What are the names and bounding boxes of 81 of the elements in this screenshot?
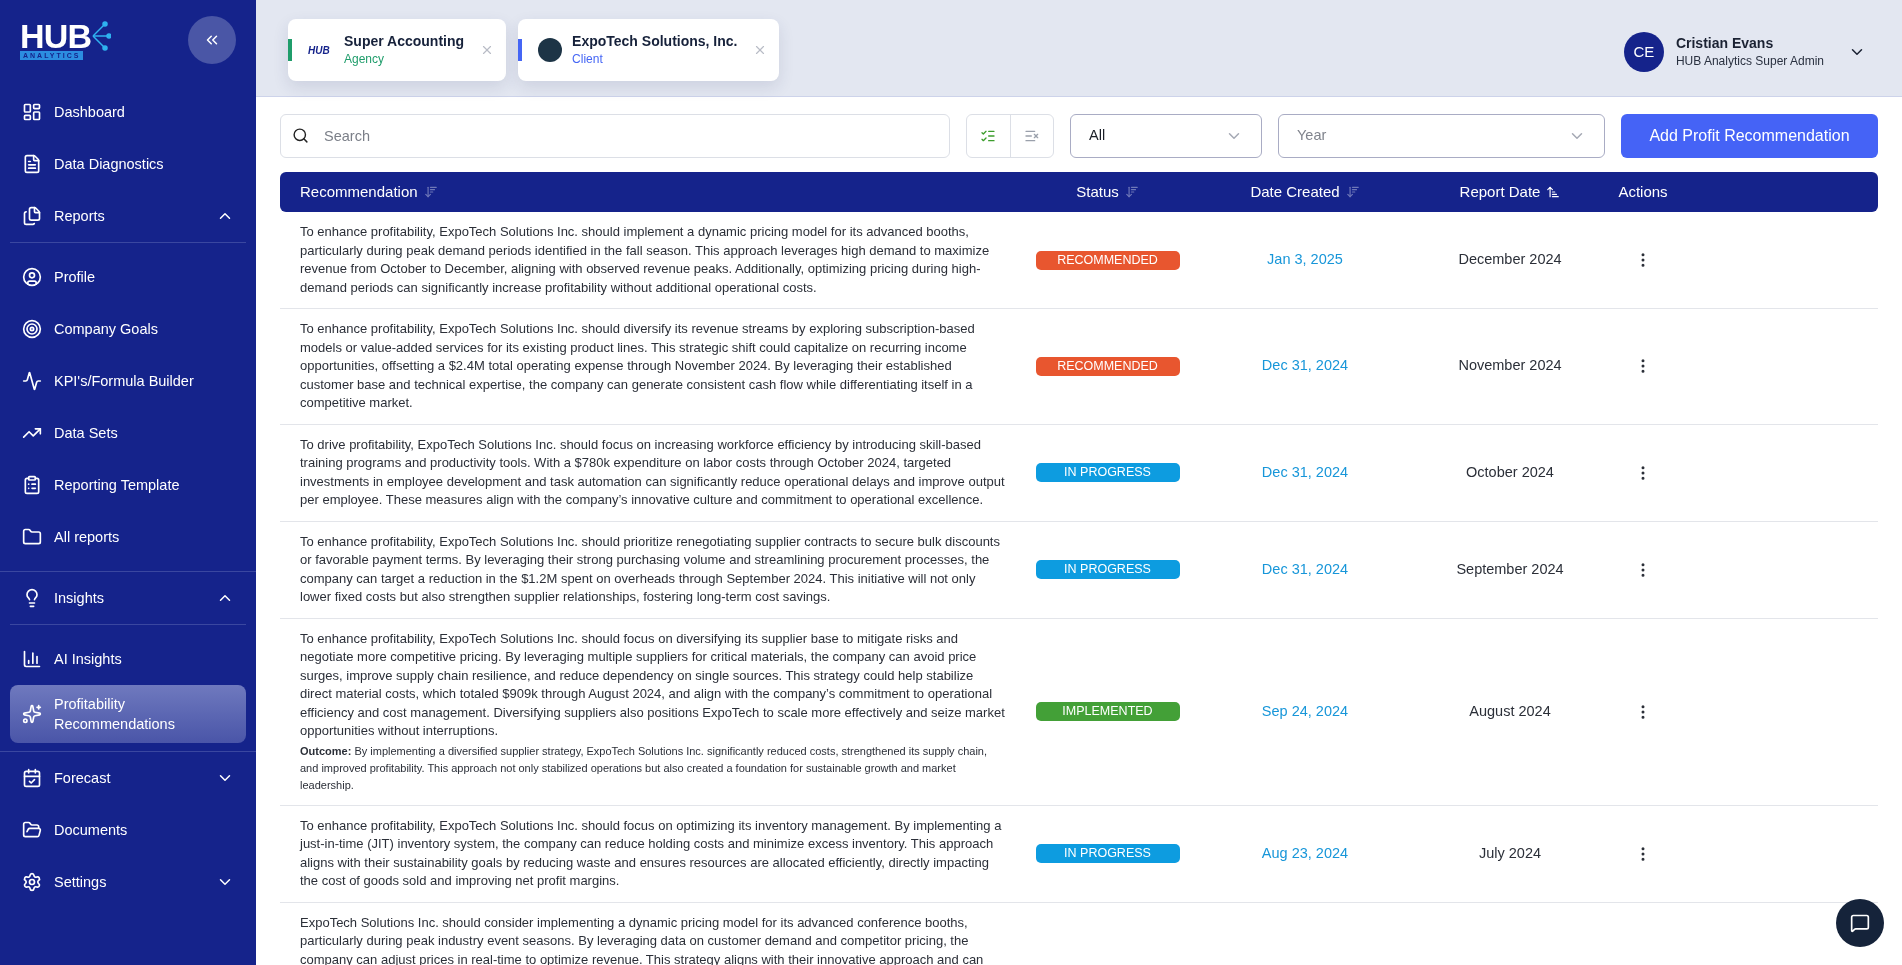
column-header: Actions	[1618, 181, 1668, 202]
organization-tab[interactable]: HUB Super Accounting Agency	[288, 19, 507, 81]
sidebar-group[interactable]: Reports	[10, 190, 246, 242]
sort-icon[interactable]	[1546, 185, 1561, 199]
sidebar-item[interactable]: KPI's/Formula Builder	[10, 355, 246, 407]
date-created: Dec 31, 2024	[1261, 356, 1349, 376]
report-date: December 2024	[1458, 250, 1562, 270]
status-badge: IN PROGRESS	[1035, 560, 1180, 579]
calendar-icon	[22, 768, 42, 788]
recommendation-text: To enhance profitability, ExpoTech Solutions Inc. should implement a dynamic pricing model for its advanced booths, particularly during peak demand periods identified in the fall season. This approach leverages high demand to maximize revenue from October to December, aligning with observed revenue peaks. Additionally, optimizing pricing during high-demand periods can significantly increase profitability without additional operational costs.	[300, 223, 991, 297]
date-created: Dec 31, 2024	[1261, 462, 1349, 482]
chat-button[interactable]	[1836, 899, 1884, 947]
pulse-icon	[22, 371, 42, 391]
date-created: Sep 24, 2024	[1261, 701, 1349, 721]
network-dots-icon	[91, 20, 112, 51]
sidebar-item[interactable]: Data Sets	[10, 407, 246, 459]
organization-name: Super Accounting	[344, 32, 465, 50]
status-badge: IN PROGRESS	[1035, 463, 1180, 482]
target-icon	[22, 319, 42, 339]
folder-icon	[22, 820, 42, 840]
folder-icon	[22, 527, 42, 547]
organization-logo: HUB	[308, 43, 331, 58]
list-check-icon	[980, 128, 997, 144]
date-created: Dec 31, 2024	[1261, 559, 1349, 579]
report-date: November 2024	[1458, 356, 1562, 376]
add-recommendation-button[interactable]: Add Profit Recommendation	[1621, 114, 1878, 158]
sidebar-item[interactable]: Company Goals	[10, 303, 246, 355]
recommendation-text: To enhance profitability, ExpoTech Solutions Inc. should diversify its revenue streams by exploring subscription-based models or value-added services for its existing product lines. This strategic shift could capitalize on recurring income opportunities, offsetting a $2.4M total operating expense through November 2024. By leveraging their established customer base and technical expertise, the company can generate consistent cash flow while differentiating itself in a competitive market.	[300, 320, 976, 412]
settings-icon	[22, 872, 42, 892]
organization-avatar	[538, 38, 563, 62]
report-date: October 2024	[1466, 462, 1554, 482]
organization-name: ExpoTech Solutions, Inc.	[572, 32, 738, 50]
year-dropdown[interactable]: Year	[1278, 114, 1605, 158]
date-created: Aug 23, 2024	[1261, 843, 1349, 863]
dashboard-icon	[22, 102, 42, 122]
chat-icon	[1850, 913, 1870, 933]
recommendation-text: To enhance profitability, ExpoTech Solutions Inc. should focus on diversifying its supplier base to mitigate risks and negotiate more competitive pricing. By leveraging multiple suppliers for critical materials, the company can avoid price surges, improve supply chain resilience, and reduce dependency on single sources. This strategy could help stabilize direct material costs, which totaled $909k through August 2024, and align with the company’s commitment to operational efficiency and cost management. Diversifying suppliers also positions ExpoTech to scale more effectively and seize market opportunities without interruptions.	[300, 629, 1006, 740]
status-badge: IMPLEMENTED	[1035, 702, 1180, 721]
search-field[interactable]: Search	[280, 114, 950, 158]
organization-role: Client	[572, 51, 604, 68]
bar-chart-icon	[22, 649, 42, 669]
column-header: Recommendation	[300, 181, 418, 202]
documents-icon	[22, 206, 42, 226]
sidebar-item[interactable]: Data Diagnostics	[10, 138, 246, 190]
sidebar-group[interactable]: Forecast	[10, 752, 246, 804]
recommendation-text: To enhance profitability, ExpoTech Solutions Inc. should prioritize renegotiating supplier contracts to secure bulk discounts or favorable payment terms. By leveraging their strong purchasing volume and streamlining procurement processes, the company can target a reduction in the $1.2M spent on overheads through September 2024. This initiative will not only lower fixed costs but also strengthen supplier relationships, fostering long-term cost savings.	[300, 532, 1001, 606]
outcome-text: Outcome: By implementing a diversified supplier strategy, ExpoTech Solutions Inc. significantly reduced costs, strengthened its supply chain, and improved profitability. This approach not only stabilized operations but also created a foundation for sustainable growth and market leadership.	[300, 743, 989, 793]
column-header: Report Date	[1459, 181, 1541, 202]
user-role: HUB Analytics Super Admin	[1675, 53, 1824, 70]
report-date: July 2024	[1478, 843, 1542, 863]
user-icon	[22, 267, 42, 287]
status-dropdown[interactable]: All	[1070, 114, 1262, 158]
collapse-button[interactable]	[188, 16, 236, 64]
recommendation-text: To drive profitability, ExpoTech Solutions Inc. should focus on increasing workforce efficiency by introducing skill-based training programs and productivity tools. With a $780k expenditure on labor costs through October 2024, targeted investments in employee development and task automation can significantly reduce operational delays and improve output per employee. These measures align with the company’s innovative culture and commitment to operational excellence.	[300, 435, 1006, 509]
list-clear-icon	[1023, 128, 1040, 144]
sidebar-group[interactable]: Insights	[10, 572, 246, 624]
sidebar-item[interactable]: All reports	[10, 511, 246, 563]
sparkle-icon	[22, 704, 42, 724]
recommendation-text: To enhance profitability, ExpoTech Solutions Inc. should focus on optimizing its inventory management. By implementing a just-in-time (JIT) inventory system, the company can reduce holding costs and minimize excess inventory. This approach aligns with their sustainability goals by reducing waste and ensures resources are allocated efficiently, directly impacting the cost of goods sold and improving net profit margins.	[300, 816, 1003, 890]
report-date: September 2024	[1456, 559, 1564, 579]
sidebar-item[interactable]: Profitability Recommendations	[10, 685, 246, 743]
organization-role: Agency	[344, 51, 386, 68]
date-created: Jan 3, 2025	[1267, 250, 1343, 270]
search-icon	[292, 127, 309, 144]
sidebar-item[interactable]: AI Insights	[10, 633, 246, 685]
sidebar-item[interactable]: Dashboard	[10, 86, 246, 138]
sidebar-item[interactable]: Profile	[10, 251, 246, 303]
document-icon	[22, 154, 42, 174]
column-header: Date Created	[1250, 181, 1340, 202]
organization-tab[interactable]: ExpoTech Solutions, Inc. Client	[518, 19, 780, 81]
sidebar-item[interactable]: Documents	[10, 804, 246, 856]
report-date: August 2024	[1469, 701, 1551, 721]
status-badge: IN PROGRESS	[1035, 844, 1180, 863]
column-header: Status	[1076, 181, 1119, 202]
status-badge: RECOMMENDED	[1035, 250, 1180, 270]
user-avatar: CE	[1623, 32, 1664, 72]
sidebar-group[interactable]: Settings	[10, 856, 246, 908]
sidebar-item[interactable]: Reporting Template	[10, 459, 246, 511]
list-icon	[22, 475, 42, 495]
status-badge: RECOMMENDED	[1035, 356, 1180, 376]
user-name: Cristian Evans	[1675, 34, 1775, 52]
